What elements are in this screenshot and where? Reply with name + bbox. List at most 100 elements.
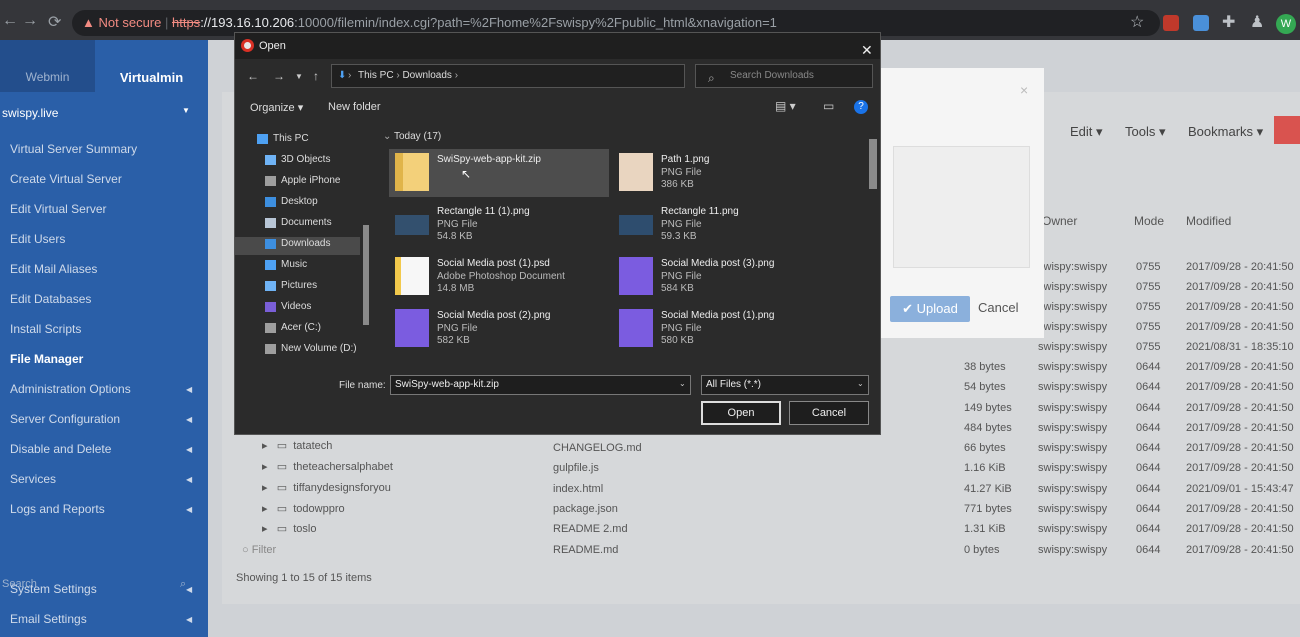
tree-item[interactable]: ▸ ▭ todowppro [262,502,345,515]
nav-item-this-pc[interactable]: This PC [257,133,309,144]
red-action-button[interactable] [1274,116,1300,144]
file-name-input[interactable]: SwiSpy-web-app-kit.zip [390,375,691,395]
sidebar-item-edit-users[interactable]: Edit Users [10,232,65,246]
sidebar-item-disable-and-delete[interactable]: Disable and Delete [10,442,111,456]
sidebar-item-services[interactable]: Services [10,472,56,486]
profile-icon[interactable]: ♟ [1250,12,1264,32]
column-header-modified[interactable]: Modified [1186,214,1231,228]
tree-item[interactable]: ▸ ▭ tatatech [262,439,332,452]
new-folder-button[interactable]: New folder [328,101,381,113]
nav-item-3d-objects[interactable]: 3D Objects [265,154,330,165]
chevron-down-icon[interactable]: ⌄ [857,379,864,388]
extension-icon[interactable] [1193,15,1209,31]
nav-scrollbar[interactable] [362,125,370,365]
back-icon[interactable]: ← [247,69,259,83]
file-type-select[interactable]: All Files (*.*) [701,375,869,395]
dialog-titlebar[interactable]: Open ✕ [235,33,880,59]
nav-item-videos[interactable]: Videos [265,301,311,312]
tab-virtualmin[interactable]: Virtualmin [95,40,208,92]
sidebar-item-administration-options[interactable]: Administration Options [10,382,131,396]
sidebar-item-edit-mail-aliases[interactable]: Edit Mail Aliases [10,262,97,276]
row-name[interactable]: index.html [553,483,603,495]
organize-button[interactable]: Organize ▾ [250,101,303,114]
chevron-down-icon[interactable]: ▼ [295,72,303,81]
cancel-button[interactable]: Cancel [978,300,1018,315]
file-item[interactable]: Social Media post (2).png PNG File 582 K… [389,305,609,353]
sidebar-item-edit-databases[interactable]: Edit Databases [10,292,91,306]
upload-dropzone[interactable] [893,146,1030,268]
nav-item-downloads[interactable]: Downloads [265,238,330,249]
row-name[interactable]: README 2.md [553,523,628,535]
reload-icon[interactable]: ⟳ [48,12,61,32]
sidebar-item-server-configuration[interactable]: Server Configuration [10,412,120,426]
row-name[interactable]: gulpfile.js [553,462,599,474]
expand-icon[interactable]: ▸ [262,523,268,535]
file-item[interactable]: Social Media post (3).png PNG File 584 K… [613,253,833,301]
row-name[interactable]: README.md [553,544,618,556]
menu-edit[interactable]: Edit ▾ [1070,124,1103,140]
column-header-mode[interactable]: Mode [1134,214,1164,228]
nav-item-apple-iphone[interactable]: Apple iPhone [265,175,341,186]
view-options-icon[interactable]: ▤ ▾ [775,99,796,113]
nav-item-acer-c[interactable]: Acer (C:) [265,322,321,333]
file-item[interactable]: Social Media post (1).psd Adobe Photosho… [389,253,609,301]
file-item[interactable]: Path 1.png PNG File 386 KB [613,149,833,197]
expand-icon[interactable]: ▸ [262,461,268,473]
upload-button[interactable]: ✔ Upload [890,296,970,322]
nav-item-documents[interactable]: Documents [265,217,332,228]
nav-item-pictures[interactable]: Pictures [265,280,317,291]
sidebar-item-virtual-server-summary[interactable]: Virtual Server Summary [10,142,137,156]
expand-icon[interactable]: ▸ [262,440,268,452]
back-icon[interactable]: ← [2,12,18,30]
domain-select[interactable]: swispy.live ▼ [0,106,208,126]
forward-icon[interactable]: → [273,69,285,83]
close-icon[interactable]: × [1020,82,1028,98]
expand-icon[interactable]: ▸ [262,482,268,494]
nav-scrollbar-thumb[interactable] [363,225,369,325]
file-item[interactable]: Social Media post (1).png PNG File 580 K… [613,305,833,353]
nav-item-desktop[interactable]: Desktop [265,196,318,207]
chevron-down-icon[interactable]: ⌄ [679,379,686,388]
sidebar-item-email-settings[interactable]: Email Settings [10,612,87,626]
help-icon[interactable]: ? [854,100,868,114]
breadcrumb-this-pc[interactable]: This PC [358,70,394,81]
row-name[interactable]: package.json [553,503,618,515]
nav-item-new-volume-d[interactable]: New Volume (D:) [265,343,357,354]
expand-icon[interactable]: ▸ [262,503,268,515]
extension-icon[interactable] [1163,15,1179,31]
breadcrumb-downloads[interactable]: Downloads [402,70,451,81]
forward-icon[interactable]: → [22,12,38,30]
menu-bookmarks[interactable]: Bookmarks ▾ [1188,124,1263,140]
preview-pane-icon[interactable]: ▭ [823,99,834,113]
sidebar-item-edit-virtual-server[interactable]: Edit Virtual Server [10,202,107,216]
sidebar-item-install-scripts[interactable]: Install Scripts [10,322,81,336]
file-item[interactable]: SwiSpy-web-app-kit.zip [389,149,609,197]
tree-item[interactable]: ▸ ▭ tiffanydesignsforyou [262,481,391,494]
filter-input[interactable]: ○ Filter [242,544,276,556]
tree-item[interactable]: ▸ ▭ toslo [262,522,316,535]
avatar[interactable]: W [1276,14,1296,34]
group-header[interactable]: ⌄ Today (17) [383,131,441,142]
sidebar-item-logs-and-reports[interactable]: Logs and Reports [10,502,105,516]
sidebar-item-system-settings[interactable]: System Settings [10,582,97,596]
open-button[interactable]: Open [701,401,781,425]
search-downloads-placeholder: Search Downloads [730,70,814,81]
puzzle-icon[interactable]: ✚ [1222,12,1235,32]
address-breadcrumb[interactable]: ⬇ › This PC › Downloads › ⌄ ⟳ [331,64,772,88]
up-icon[interactable]: ↑ [313,69,319,83]
sidebar-item-create-virtual-server[interactable]: Create Virtual Server [10,172,122,186]
file-item[interactable]: Rectangle 11.png PNG File 59.3 KB [613,201,833,249]
dialog-cancel-button[interactable]: Cancel [789,401,869,425]
bookmark-star-icon[interactable]: ☆ [1130,12,1144,32]
nav-item-music[interactable]: Music [265,259,307,270]
search-downloads-input[interactable]: ⌕ Search Downloads [695,64,873,88]
file-list-scrollbar-thumb[interactable] [869,139,877,189]
column-header-owner[interactable]: Owner [1042,214,1077,228]
tab-webmin[interactable]: Webmin [0,40,95,92]
file-item[interactable]: Rectangle 11 (1).png PNG File 54.8 KB [389,201,609,249]
menu-tools[interactable]: Tools ▾ [1125,124,1166,140]
tree-item[interactable]: ▸ ▭ theteachersalphabet [262,460,393,473]
file-list-scrollbar[interactable] [867,125,879,365]
row-name[interactable]: CHANGELOG.md [553,442,642,454]
sidebar-item-file-manager[interactable]: File Manager [10,352,83,366]
